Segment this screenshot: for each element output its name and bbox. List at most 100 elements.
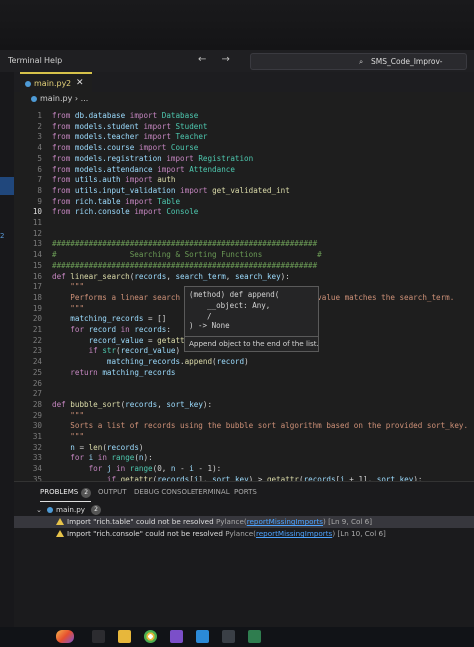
start-icon[interactable]	[56, 630, 74, 643]
code-line[interactable]: 31 """	[14, 431, 474, 442]
code-line[interactable]: 2 from models.student import Student	[14, 121, 474, 132]
code-line[interactable]: 11	[14, 217, 474, 228]
code-line[interactable]: 25 return matching_records	[14, 367, 474, 378]
line-number: 8	[37, 185, 42, 195]
close-icon[interactable]: ✕	[76, 78, 84, 88]
line-number: 25	[32, 367, 42, 377]
explorer-icon[interactable]	[0, 177, 14, 195]
code-text: Sorts a list of records using the bubble…	[70, 421, 469, 431]
tab-main-py[interactable]: main.py 2 ✕	[20, 72, 92, 92]
tab-terminal[interactable]: TERMINAL	[194, 488, 230, 496]
tab-problems-label: PROBLEMS	[40, 488, 79, 496]
code-line[interactable]: 35 if getattr(records[j], sort_key) > ge…	[14, 474, 474, 481]
tab-problem-count: 2	[66, 79, 72, 88]
line-number: 19	[32, 303, 42, 313]
code-line[interactable]: 15 ######################################…	[14, 260, 474, 271]
tab-output[interactable]: OUTPUT	[98, 488, 127, 496]
code-text: from models.attendance import Attendance	[52, 164, 235, 174]
code-line[interactable]: 30 Sorts a list of records using the bub…	[14, 420, 474, 431]
code-text: ########################################…	[52, 239, 318, 249]
hover-doc-text: Append object to the end of the list.	[189, 339, 319, 348]
line-number: 16	[32, 271, 42, 281]
menu-help[interactable]: Help	[44, 56, 62, 65]
warning-icon	[56, 518, 64, 525]
problem-message: Import "rich.table" could not be resolve…	[67, 517, 214, 526]
file-explorer-icon[interactable]	[118, 630, 131, 643]
line-number: 1	[37, 111, 42, 120]
problem-code-link[interactable]: reportMissingImports	[256, 529, 332, 538]
task-view-icon[interactable]	[92, 630, 105, 643]
app-icon[interactable]	[248, 630, 261, 643]
code-line[interactable]: 9 from rich.table import Table	[14, 196, 474, 207]
code-line[interactable]: 3 from models.teacher import Teacher	[14, 131, 474, 142]
tab-debug-console[interactable]: DEBUG CONSOLE	[134, 488, 195, 496]
code-line[interactable]: 24 matching_records.append(record)	[14, 356, 474, 367]
problem-source: Pylance(	[225, 529, 256, 538]
code-text: # Searching & Sorting Functions #	[52, 250, 322, 260]
problem-source-close: )	[332, 529, 336, 538]
code-text: from models.teacher import Teacher	[52, 132, 208, 142]
code-text: for record in records:	[70, 325, 171, 334]
tab-problems[interactable]: PROBLEMS 2	[40, 488, 92, 502]
file-problem-count: 2	[91, 505, 101, 515]
code-text: from rich.table import Table	[52, 196, 181, 206]
problem-row[interactable]: Import "rich.table" could not be resolve…	[14, 516, 474, 528]
line-number: 6	[37, 164, 42, 174]
warning-icon	[56, 530, 64, 537]
code-text: for j in range(0, n - i - 1):	[88, 464, 222, 474]
sidebar-badge: 2	[0, 232, 5, 240]
chrome-icon[interactable]	[144, 630, 157, 643]
menu-terminal[interactable]: Terminal	[8, 56, 42, 65]
command-center-search[interactable]: ⌕ SMS_Code_Improv-Python	[250, 53, 467, 81]
code-line[interactable]: 8 from utils.input_validation import get_…	[14, 185, 474, 196]
problem-file-row[interactable]: ⌄ main.py 2	[14, 504, 474, 516]
code-line[interactable]: 1 from db.database import Database	[14, 110, 474, 121]
line-number: 4	[37, 143, 42, 153]
code-line[interactable]: 6 from models.attendance import Attendanc…	[14, 164, 474, 175]
line-number: 30	[32, 421, 42, 431]
problem-row[interactable]: Import "rich.console" could not be resol…	[14, 528, 474, 540]
hover-sig-line: ) -> None	[189, 321, 230, 330]
code-line[interactable]: 5 from models.registration import Registr…	[14, 153, 474, 164]
problem-source: Pylance(	[215, 517, 247, 526]
tab-ports[interactable]: PORTS	[234, 488, 257, 496]
hover-sig-line: (method) def append(	[189, 290, 280, 299]
line-number: 13	[32, 239, 42, 249]
code-text: from models.course import Course	[52, 143, 199, 153]
code-line[interactable]: 10 from rich.console import Console	[14, 206, 474, 217]
bottom-panel: PROBLEMS 2 OUTPUT DEBUG CONSOLE TERMINAL …	[14, 481, 474, 628]
code-text: from models.student import Student	[52, 121, 208, 131]
breadcrumb-path[interactable]: main.py › ...	[40, 94, 88, 103]
code-line[interactable]: 33 for i in range(n):	[14, 452, 474, 463]
code-line[interactable]: 34 for j in range(0, n - i - 1):	[14, 463, 474, 474]
problem-code-link[interactable]: reportMissingImports	[247, 517, 323, 526]
code-line[interactable]: 28 def bubble_sort(records, sort_key):	[14, 399, 474, 410]
line-number: 32	[32, 442, 42, 452]
code-line[interactable]: 16 def linear_search(records, search_term…	[14, 271, 474, 282]
code-line[interactable]: 14 # Searching & Sorting Functions #	[14, 249, 474, 260]
visual-studio-icon[interactable]	[170, 630, 183, 643]
code-text: from utils.input_validation import get_v…	[52, 185, 290, 195]
nav-arrows[interactable]: ← →	[198, 54, 236, 65]
code-line[interactable]: 27	[14, 388, 474, 399]
code-line[interactable]: 7 from utils.auth import auth	[14, 174, 474, 185]
code-line[interactable]: 26	[14, 378, 474, 389]
problem-location: [Ln 9, Col 6]	[328, 517, 373, 526]
line-number: 2	[37, 121, 42, 131]
line-number: 12	[32, 228, 42, 238]
problems-count-badge: 2	[81, 488, 92, 498]
python-file-icon	[31, 96, 37, 102]
problem-file-name: main.py	[56, 505, 86, 514]
line-number: 11	[32, 218, 42, 227]
vscode-icon[interactable]	[196, 630, 209, 643]
store-icon[interactable]	[222, 630, 235, 643]
code-line[interactable]: 29 """	[14, 410, 474, 421]
line-number: 18	[32, 292, 42, 302]
code-line[interactable]: 32 n = len(records)	[14, 442, 474, 453]
code-line[interactable]: 12	[14, 228, 474, 239]
line-number: 3	[37, 132, 42, 142]
code-line[interactable]: 4 from models.course import Course	[14, 142, 474, 153]
code-text: n = len(records)	[70, 442, 144, 452]
code-line[interactable]: 13 ######################################…	[14, 238, 474, 249]
line-number: 31	[32, 432, 42, 441]
